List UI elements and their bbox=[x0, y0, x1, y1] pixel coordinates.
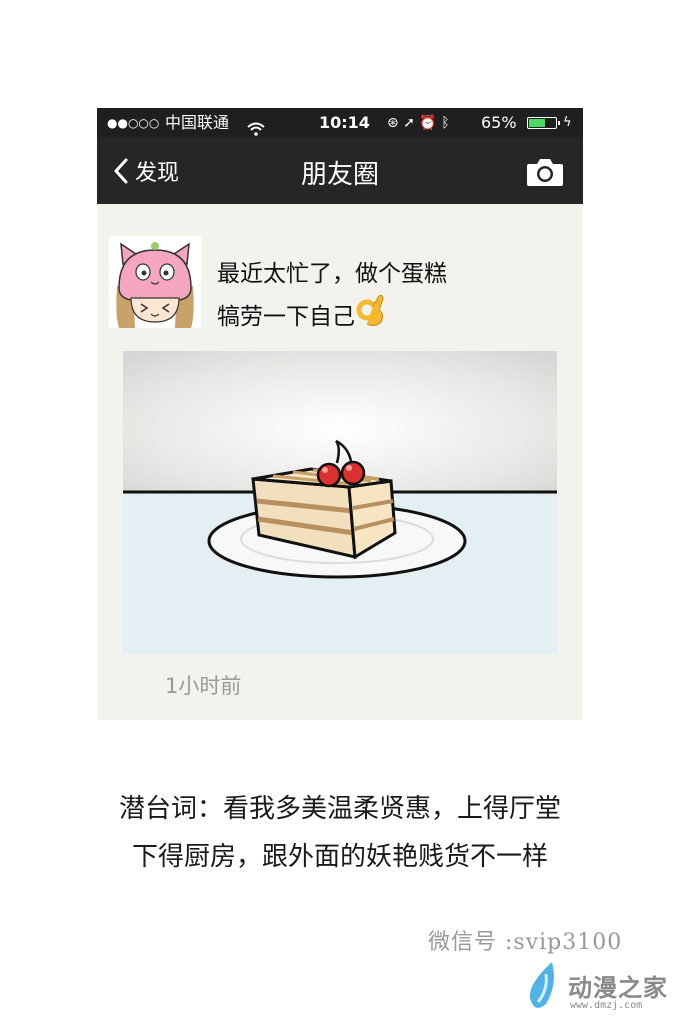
post-text-line-2: 犒劳一下自己 bbox=[217, 304, 355, 330]
post-text: 最近太忙了，做个蛋糕 犒劳一下自己 bbox=[217, 254, 547, 341]
wechat-moments-screen: ●●○○○ 中国联通 10:14 ⊛ ➚ ⏰ ᛒ 65% ϟ 发现 朋友圈 最近… bbox=[97, 108, 583, 720]
page-title: 朋友圈 bbox=[300, 160, 379, 190]
post-text-line-1: 最近太忙了，做个蛋糕 bbox=[217, 261, 447, 287]
nav-bar: 发现 朋友圈 bbox=[97, 138, 583, 204]
site-name: 动漫之家 bbox=[568, 974, 668, 1002]
status-time: 10:14 bbox=[319, 113, 370, 132]
battery-percent: 65% bbox=[481, 113, 517, 132]
avatar[interactable] bbox=[109, 236, 201, 328]
caption-line-1: 潜台词：看我多美温柔贤惠，上得厅堂 bbox=[118, 794, 561, 824]
wechat-id-watermark: 微信号 :svip3100 bbox=[428, 930, 623, 955]
location-arrow-icon: ➚ bbox=[403, 115, 415, 131]
caption-line-2: 下得厨房，跟外面的妖艳贱货不一样 bbox=[131, 842, 548, 872]
alarm-icon: ⏰ bbox=[419, 115, 437, 131]
charging-icon: ϟ bbox=[563, 115, 572, 130]
ok-hand-icon bbox=[355, 294, 387, 341]
bluetooth-icon: ᛒ bbox=[441, 115, 450, 131]
status-bar: ●●○○○ 中国联通 10:14 ⊛ ➚ ⏰ ᛒ 65% ϟ bbox=[97, 108, 583, 138]
rotation-lock-icon: ⊛ bbox=[387, 115, 399, 131]
camera-icon bbox=[527, 159, 563, 186]
signal-strength: ●●○○○ bbox=[107, 116, 160, 130]
battery-icon bbox=[527, 117, 560, 129]
post-timestamp: 1小时前 bbox=[165, 674, 242, 698]
site-url: www.dmzj.com bbox=[570, 1000, 643, 1011]
carrier-name: 中国联通 bbox=[165, 113, 230, 132]
post-photo[interactable] bbox=[123, 351, 557, 654]
camera-button[interactable] bbox=[525, 156, 565, 188]
